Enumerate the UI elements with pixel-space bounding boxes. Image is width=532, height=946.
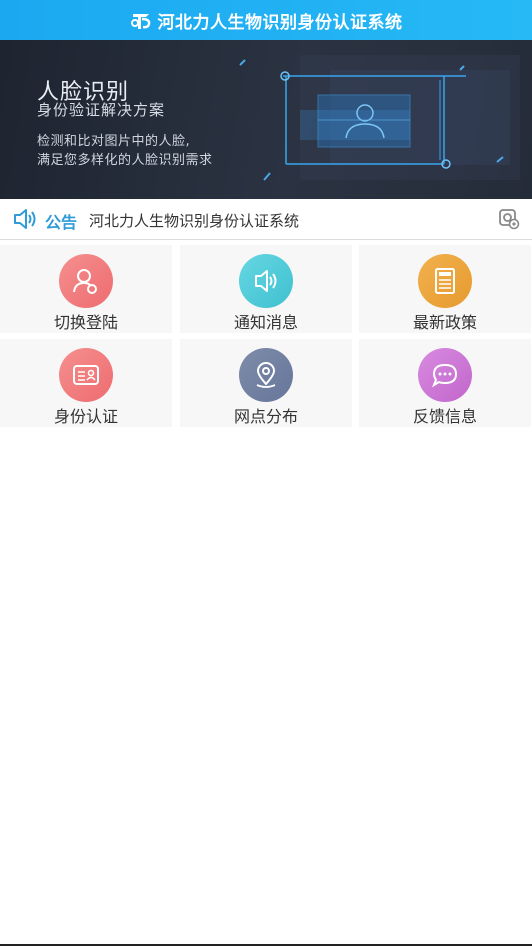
location-pin-icon: [239, 348, 293, 402]
app-title: 河北力人生物识别身份认证系统: [157, 12, 403, 33]
menu-item-latest-policy[interactable]: 最新政策: [359, 245, 531, 333]
announcement-label: 公告: [45, 213, 78, 232]
menu-item-identity-verification[interactable]: 身份认证: [0, 339, 172, 427]
menu-item-label: 最新政策: [412, 313, 477, 332]
chat-bubble-icon: [418, 348, 472, 402]
menu-item-label: 切换登陆: [53, 313, 118, 332]
announcement-text: 河北力人生物识别身份认证系统: [89, 212, 300, 230]
user-switch-icon: [59, 254, 113, 308]
menu-item-feedback[interactable]: 反馈信息: [359, 339, 531, 427]
menu-item-label: 身份认证: [53, 407, 118, 426]
menu-item-notifications[interactable]: 通知消息: [180, 245, 352, 333]
app-header: 河北力人生物识别身份认证系统: [0, 0, 532, 40]
menu-item-outlet-map[interactable]: 网点分布: [180, 339, 352, 427]
banner-description-line2: 满足您多样化的人脸识别需求: [37, 153, 213, 168]
app-logo-icon: [130, 8, 152, 32]
menu-item-switch-login[interactable]: 切换登陆: [0, 245, 172, 333]
speaker-icon: [239, 254, 293, 308]
menu-item-label: 反馈信息: [412, 407, 477, 426]
face-recognition-banner[interactable]: 人脸识别 身份验证解决方案 检测和比对图片中的人脸, 满足您多样化的人脸识别需求: [0, 40, 532, 199]
menu-item-label: 网点分布: [233, 407, 298, 426]
news-icon: [418, 254, 472, 308]
speaker-icon: [12, 207, 38, 235]
banner-subtitle: 身份验证解决方案: [37, 101, 166, 119]
settings-icon[interactable]: [498, 208, 520, 234]
id-card-icon: [59, 348, 113, 402]
banner-description-line1: 检测和比对图片中的人脸,: [37, 134, 191, 149]
menu-item-label: 通知消息: [233, 313, 298, 332]
announcement-bar[interactable]: 公告 河北力人生物识别身份认证系统: [0, 199, 532, 240]
